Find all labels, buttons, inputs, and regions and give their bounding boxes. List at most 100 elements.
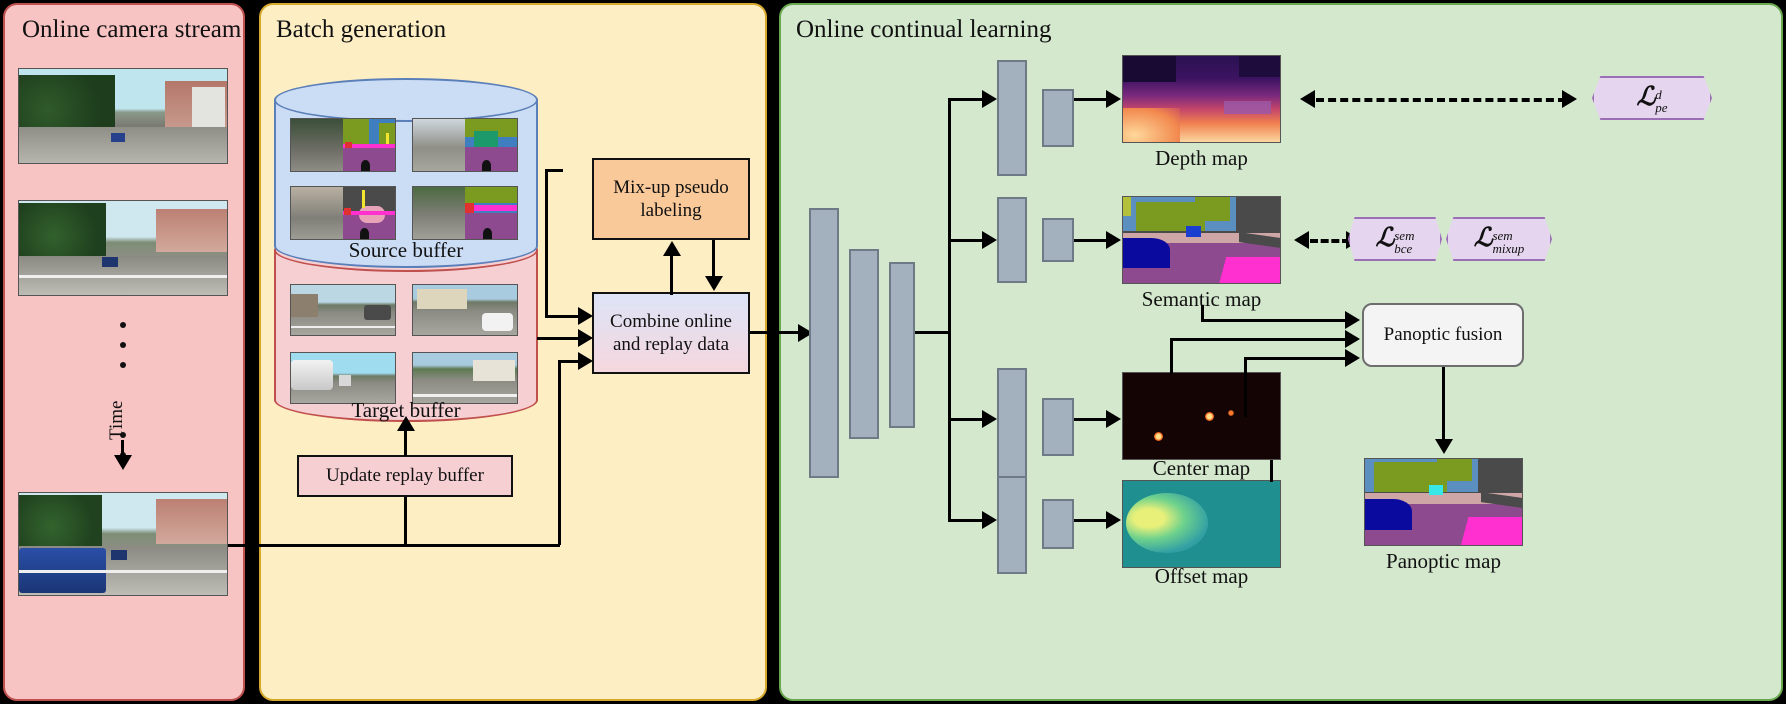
combine-online-replay-box[interactable]: Combine online and replay data <box>592 292 750 374</box>
time-dot <box>120 322 126 328</box>
encoder-trunk <box>915 331 950 334</box>
update-replay-buffer-box[interactable]: Update replay buffer <box>297 455 513 497</box>
update-replay-buffer-label: Update replay buffer <box>326 465 484 487</box>
line-stream-to-update <box>228 544 405 547</box>
mixup-label-line2: labeling <box>640 200 702 221</box>
time-dot <box>120 362 126 368</box>
encoder-block-2 <box>849 249 879 439</box>
arrow-source-to-combine-head <box>578 307 593 325</box>
line-center-to-fusion-riser <box>1170 338 1173 374</box>
encoder-block-1 <box>809 208 839 478</box>
arrow-combine-to-mixup-head <box>663 241 681 256</box>
branch-center-line <box>948 418 984 421</box>
dashed-link-depth-loss <box>1316 98 1566 102</box>
decoder-center-block-2 <box>1042 398 1074 456</box>
combine-label-line1: Combine online <box>610 310 732 332</box>
line-source-to-combine-top <box>545 169 563 172</box>
map-offset <box>1122 480 1281 568</box>
branch-offset-arrow <box>982 511 997 529</box>
line-center-to-fusion-h <box>1170 338 1347 341</box>
map-offset-label: Offset map <box>1154 564 1249 588</box>
source-tile-3 <box>290 186 396 240</box>
line-source-to-combine-v <box>545 169 548 317</box>
camera-frame-1 <box>18 68 228 164</box>
arrow-combine-to-mixup-shaft <box>670 255 673 295</box>
map-depth <box>1122 55 1281 143</box>
panel-title-online-continual-learning: Online continual learning <box>796 16 1052 43</box>
encoder-block-3 <box>889 262 915 428</box>
arrow-update-to-target-shaft <box>404 430 407 456</box>
panoptic-fusion-label: Panoptic fusion <box>1383 324 1503 346</box>
arrow-update-to-target-head <box>397 416 415 431</box>
branch-semantic-line <box>948 239 984 242</box>
source-tile-4 <box>412 186 518 240</box>
line-target-to-combine <box>537 337 579 340</box>
camera-frame-2 <box>18 200 228 296</box>
dashed-link-semantic-arrow-left <box>1294 231 1309 249</box>
source-buffer-label: Source buffer <box>348 238 464 262</box>
loss-depth-symbol: ℒd pe <box>1636 81 1668 116</box>
decoder-depth-block-2 <box>1042 89 1074 147</box>
time-dot <box>120 342 126 348</box>
mixup-label-line1: Mix-up pseudo <box>613 176 729 198</box>
decoder-depth-block-1 <box>997 60 1027 176</box>
arrow-combine-to-encoder-shaft <box>750 331 800 334</box>
line-semantic-to-fusion-h <box>1201 319 1347 322</box>
branch-depth-arrow <box>982 90 997 108</box>
time-dot <box>120 432 126 438</box>
dashed-link-depth-arrow-right <box>1562 90 1577 108</box>
time-arrow-head <box>114 455 132 470</box>
decoder-offset-out-arrow <box>1106 511 1121 529</box>
arrow-fusion-to-panoptic-shaft <box>1442 367 1445 441</box>
arrow-fusion-to-panoptic-head <box>1435 439 1453 454</box>
map-center <box>1122 372 1281 460</box>
arrow-semantic-to-fusion <box>1345 311 1360 329</box>
decoder-depth-out-arrow <box>1106 90 1121 108</box>
decoder-semantic-block-2 <box>1042 218 1074 262</box>
loss-depth-photometric: ℒd pe <box>1592 76 1712 120</box>
branch-spine <box>948 98 951 522</box>
branch-offset-line <box>948 519 984 522</box>
decoder-semantic-out-arrow <box>1106 231 1121 249</box>
line-offset-to-fusion-h <box>1244 357 1347 360</box>
branch-semantic-arrow <box>982 231 997 249</box>
panel-title-batch-generation: Batch generation <box>276 16 447 43</box>
line-stream-to-combine-riser <box>558 360 561 545</box>
loss-semantic-mixup: ℒsem mixup <box>1446 217 1552 261</box>
dashed-link-semantic-loss <box>1310 239 1350 243</box>
branch-center-arrow <box>982 410 997 428</box>
panoptic-fusion-box[interactable]: Panoptic fusion <box>1362 303 1524 367</box>
line-offset-map-riser <box>1270 460 1273 482</box>
decoder-center-block-1 <box>997 368 1027 484</box>
map-center-label: Center map <box>1152 456 1251 480</box>
source-tile-1 <box>290 118 396 172</box>
map-semantic <box>1122 196 1281 284</box>
arrow-offset-to-fusion <box>1345 349 1360 367</box>
arrow-target-to-combine-head <box>578 329 593 347</box>
line-offset-to-fusion-riser-a <box>1244 357 1247 417</box>
loss-semantic-mixup-symbol: ℒsem mixup <box>1473 222 1525 257</box>
loss-semantic-bce: ℒsem bce <box>1348 217 1442 261</box>
arrow-mixup-to-combine-shaft <box>712 240 715 278</box>
map-panoptic <box>1364 458 1523 546</box>
map-panoptic-label: Panoptic map <box>1386 549 1501 573</box>
decoder-center-out-arrow <box>1106 410 1121 428</box>
decoder-offset-block-2 <box>1042 499 1074 549</box>
arrow-mixup-to-combine-head <box>705 276 723 291</box>
panel-title-online-camera-stream: Online camera stream <box>22 16 242 43</box>
target-tile-3 <box>290 352 396 404</box>
target-tile-4 <box>412 352 518 404</box>
combine-label-line2: and replay data <box>612 334 730 355</box>
line-stream-to-combine-top <box>558 360 580 363</box>
decoder-semantic-block-1 <box>997 197 1027 283</box>
arrow-stream-to-combine-head <box>578 352 593 370</box>
target-tile-1 <box>290 284 396 336</box>
map-depth-label: Depth map <box>1155 146 1248 170</box>
line-stream-to-update-riser <box>404 497 407 545</box>
target-tile-2 <box>412 284 518 336</box>
mixup-pseudo-labeling-box[interactable]: Mix-up pseudo labeling <box>592 158 750 240</box>
loss-semantic-bce-symbol: ℒsem bce <box>1375 222 1415 257</box>
decoder-offset-block-1 <box>997 476 1027 574</box>
diagram-root: Online camera stream Time Batch generati… <box>0 0 1786 704</box>
line-source-to-combine-h <box>545 315 579 318</box>
